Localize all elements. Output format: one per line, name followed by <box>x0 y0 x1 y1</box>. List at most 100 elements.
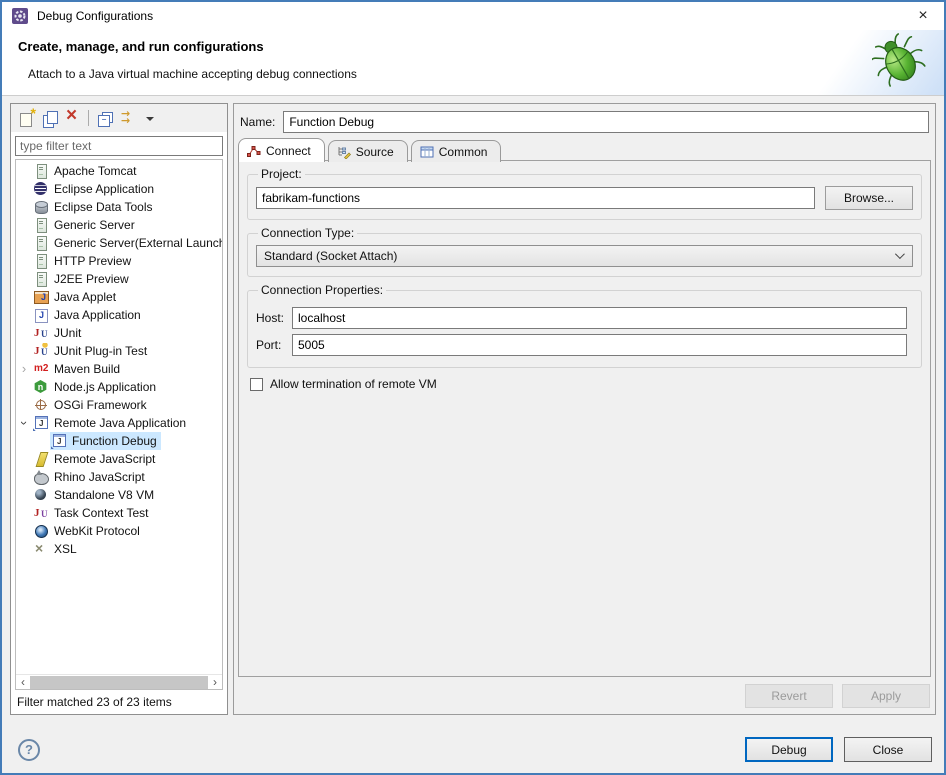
tree-item[interactable]: Function Debug <box>16 432 222 450</box>
name-input[interactable] <box>283 111 929 133</box>
rhino-icon <box>33 469 49 485</box>
tree-item-label: Remote Java Application <box>54 416 186 430</box>
debug-configurations-dialog: Debug Configurations × Create, manage, a… <box>0 0 946 775</box>
tree-item[interactable]: ›Maven Build <box>16 360 222 378</box>
tree-item[interactable]: Task Context Test <box>16 504 222 522</box>
tree-item[interactable]: Eclipse Data Tools <box>16 198 222 216</box>
tree-item-label: OSGi Framework <box>54 398 147 412</box>
close-button[interactable]: Close <box>844 737 932 762</box>
collapse-all-button[interactable] <box>93 107 116 130</box>
tree-item-label: Generic Server <box>54 218 135 232</box>
tree-item[interactable]: XSL <box>16 540 222 558</box>
delete-launch-configuration-button[interactable] <box>61 107 84 130</box>
database-icon <box>33 199 49 215</box>
tree-item-label: WebKit Protocol <box>54 524 140 538</box>
tree-item-label: J2EE Preview <box>54 272 129 286</box>
revert-button[interactable]: Revert <box>745 684 833 708</box>
filter-launch-configurations-button[interactable] <box>116 107 139 130</box>
tree-item-label: Function Debug <box>72 434 157 448</box>
scrollbar-thumb[interactable] <box>30 676 208 689</box>
tree-item-label: JUnit <box>54 326 81 340</box>
close-icon[interactable]: × <box>912 5 934 27</box>
tree-item-label: XSL <box>54 542 77 556</box>
host-label: Host: <box>256 311 292 325</box>
tree-item[interactable]: › Remote Java Application <box>16 414 222 432</box>
tree-item-label: Eclipse Application <box>54 182 154 196</box>
junit-plugin-icon <box>33 343 49 359</box>
tree-item[interactable]: Apache Tomcat <box>16 162 222 180</box>
port-input[interactable] <box>292 334 907 356</box>
tree-item[interactable]: JUnit <box>16 324 222 342</box>
webkit-icon <box>33 523 49 539</box>
filter-input[interactable] <box>15 136 223 156</box>
scrollbar-track[interactable] <box>30 676 208 689</box>
tree-item-label: Node.js Application <box>54 380 156 394</box>
connection-type-group: Connection Type: Standard (Socket Attach… <box>247 226 922 277</box>
tab-common[interactable]: Common <box>411 140 502 162</box>
project-input[interactable] <box>256 187 815 209</box>
tree-item[interactable]: Java Application <box>16 306 222 324</box>
tree-item-label: Generic Server(External Launch) <box>54 236 222 250</box>
server-icon <box>33 235 49 251</box>
java-applet-icon <box>33 289 49 305</box>
tree-item[interactable]: WebKit Protocol <box>16 522 222 540</box>
apply-button[interactable]: Apply <box>842 684 930 708</box>
header-banner: Create, manage, and run configurations A… <box>2 30 944 96</box>
tab-source[interactable]: Source <box>328 140 408 162</box>
server-icon <box>33 271 49 287</box>
debug-button[interactable]: Debug <box>745 737 833 762</box>
tree-item[interactable]: Node.js Application <box>16 378 222 396</box>
host-input[interactable] <box>292 307 907 329</box>
allow-termination-label[interactable]: Allow termination of remote VM <box>270 377 437 391</box>
browse-button[interactable]: Browse... <box>825 186 913 210</box>
tree-item-label: Rhino JavaScript <box>54 470 145 484</box>
tree-item[interactable]: OSGi Framework <box>16 396 222 414</box>
server-icon <box>33 253 49 269</box>
duplicate-icon <box>41 110 58 127</box>
allow-termination-checkbox[interactable] <box>250 378 263 391</box>
tree-item[interactable]: Standalone V8 VM <box>16 486 222 504</box>
tree-item-label: JUnit Plug-in Test <box>54 344 147 358</box>
connection-type-select[interactable]: Standard (Socket Attach) <box>256 245 913 267</box>
tab-bar: ConnectSource Common <box>238 137 931 161</box>
scroll-left-icon[interactable]: ‹ <box>16 676 30 689</box>
maven-icon <box>33 361 49 377</box>
tree-item[interactable]: JUnit Plug-in Test <box>16 342 222 360</box>
horizontal-scrollbar[interactable]: ‹ › <box>16 674 222 689</box>
tree-item-label: Java Application <box>54 308 141 322</box>
tree-item[interactable]: Java Applet <box>16 288 222 306</box>
tab-connect[interactable]: Connect <box>238 138 325 162</box>
toolbar-menu-button[interactable] <box>139 107 162 130</box>
connection-properties-group: Connection Properties: Host: Port: <box>247 283 922 368</box>
duplicate-launch-configuration-button[interactable] <box>38 107 61 130</box>
scroll-right-icon[interactable]: › <box>208 676 222 689</box>
tree-item[interactable]: Generic Server(External Launch) <box>16 234 222 252</box>
v8-icon <box>33 487 49 503</box>
title-bar: Debug Configurations × <box>2 2 944 30</box>
tree-item[interactable]: Remote JavaScript <box>16 450 222 468</box>
expander-expanded-icon[interactable]: › <box>16 415 32 431</box>
page-subtitle: Attach to a Java virtual machine accepti… <box>28 67 357 81</box>
delete-icon <box>64 110 81 127</box>
bug-icon <box>872 33 928 94</box>
tree-item[interactable]: Eclipse Application <box>16 180 222 198</box>
connect-icon <box>247 144 261 158</box>
tree-item[interactable]: HTTP Preview <box>16 252 222 270</box>
tree-item[interactable]: J2EE Preview <box>16 270 222 288</box>
tree-item-label: Apache Tomcat <box>54 164 137 178</box>
junit-icon <box>33 325 49 341</box>
new-launch-configuration-button[interactable] <box>15 107 38 130</box>
connection-type-label: Connection Type: <box>258 226 357 240</box>
filter-status: Filter matched 23 of 23 items <box>11 690 227 714</box>
connection-properties-label: Connection Properties: <box>258 283 386 297</box>
tree-item[interactable]: Generic Server <box>16 216 222 234</box>
expander-collapsed-icon[interactable]: › <box>16 361 32 377</box>
remote-java-icon <box>33 415 49 431</box>
config-tree: Apache Tomcat Eclipse Application Eclipse … <box>16 160 222 674</box>
tab-label: Common <box>439 145 488 159</box>
config-toolbar <box>11 104 227 132</box>
xsl-icon <box>33 541 49 557</box>
tree-item-label: Standalone V8 VM <box>54 488 154 502</box>
tree-item[interactable]: Rhino JavaScript <box>16 468 222 486</box>
help-icon[interactable]: ? <box>18 739 40 761</box>
